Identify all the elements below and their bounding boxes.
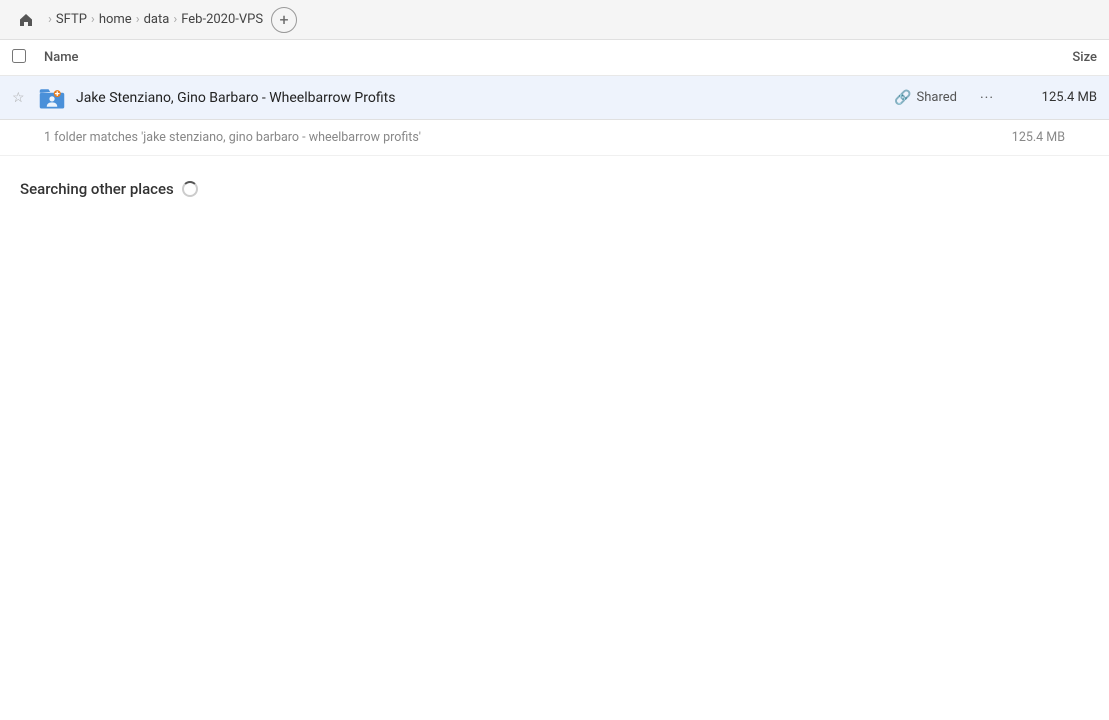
file-name-label: Jake Stenziano, Gino Barbaro - Wheelbarr… bbox=[76, 90, 894, 106]
breadcrumb-home[interactable]: home bbox=[99, 12, 132, 27]
size-column-header: Size bbox=[997, 50, 1097, 65]
breadcrumb-sep-3: › bbox=[173, 12, 177, 27]
add-tab-button[interactable]: + bbox=[271, 7, 297, 33]
breadcrumb-sep-1: › bbox=[91, 12, 95, 27]
breadcrumb-sep-2: › bbox=[136, 12, 140, 27]
checkbox-input[interactable] bbox=[12, 49, 26, 63]
link-icon: 🔗 bbox=[894, 90, 911, 106]
column-header-row: Name Size bbox=[0, 40, 1109, 76]
breadcrumb-data[interactable]: data bbox=[144, 12, 170, 27]
searching-section: Searching other places bbox=[0, 156, 1109, 206]
match-size-text: 125.4 MB bbox=[1012, 130, 1065, 145]
loading-spinner bbox=[182, 181, 198, 197]
name-column-header: Name bbox=[44, 50, 997, 65]
more-options-button[interactable]: ··· bbox=[973, 84, 1001, 112]
breadcrumb-sep-0: › bbox=[48, 12, 52, 27]
topbar: › SFTP › home › data › Feb-2020-VPS + bbox=[0, 0, 1109, 40]
file-size-value: 125.4 MB bbox=[1017, 90, 1097, 105]
more-icon: ··· bbox=[980, 90, 994, 106]
folder-icon bbox=[36, 82, 68, 114]
match-info-row: 1 folder matches 'jake stenziano, gino b… bbox=[0, 120, 1109, 156]
searching-label: Searching other places bbox=[20, 180, 174, 198]
star-icon[interactable]: ☆ bbox=[12, 90, 32, 106]
home-button[interactable] bbox=[12, 6, 40, 34]
breadcrumb-sftp[interactable]: SFTP bbox=[56, 12, 87, 27]
match-info-text: 1 folder matches 'jake stenziano, gino b… bbox=[44, 130, 1012, 145]
select-all-checkbox[interactable] bbox=[12, 49, 36, 67]
shared-badge: 🔗 Shared bbox=[894, 90, 957, 106]
shared-label: Shared bbox=[917, 90, 957, 105]
file-list-item[interactable]: ☆ Jake Stenziano, Gino Barbaro - Wheelba… bbox=[0, 76, 1109, 120]
breadcrumb-feb2020vps[interactable]: Feb-2020-VPS bbox=[181, 12, 263, 27]
